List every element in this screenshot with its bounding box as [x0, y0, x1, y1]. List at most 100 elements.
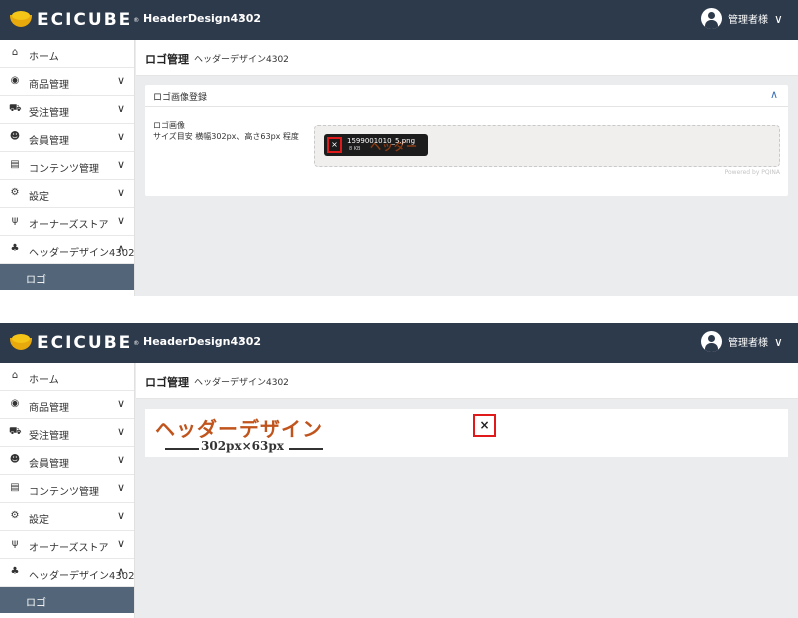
sidebar-item-products[interactable]: ◉ 商品管理 ∨ — [0, 68, 134, 96]
sidebar-item-label: 会員管理 — [29, 459, 69, 470]
chevron-down-icon: ∨ — [774, 334, 783, 349]
chevron-down-icon: ∨ — [116, 397, 125, 410]
sidebar-item-label: 設定 — [29, 515, 49, 526]
plugin-icon: ♣ — [10, 566, 20, 577]
user-name: 管理者様 — [728, 338, 768, 349]
cart-icon: ⛟ — [9, 426, 22, 437]
plug-icon: ψ — [11, 215, 19, 226]
sidebar-item-label: コンテンツ管理 — [29, 164, 99, 175]
sidebar-item-store[interactable]: ψ オーナーズストア ∨ — [0, 531, 134, 559]
sidebar-item-products[interactable]: ◉ 商品管理 ∨ — [0, 391, 134, 419]
brand-logo[interactable]: ECICUBE ® — [10, 9, 139, 31]
page-title: ロゴ管理 — [145, 53, 189, 66]
screen-upload-state: ECICUBE ® HeaderDesign4302 › 管理者様 ∨ ⌂ ホーム … — [0, 0, 798, 296]
sidebar-item-label: 設定 — [29, 192, 49, 203]
sidebar-item-label: ホーム — [29, 52, 59, 63]
sidebar-item-store[interactable]: ψ オーナーズストア ∨ — [0, 208, 134, 236]
field-label: ロゴ画像 サイズ目安 横幅302px、高さ63px 程度 — [153, 121, 299, 141]
brand-text: ECICUBE — [37, 10, 133, 30]
chevron-down-icon: ∨ — [116, 74, 125, 87]
logo-upload-card: ロゴ画像登録 ∧ ロゴ画像 サイズ目安 横幅302px、高さ63px 程度 ヘッ… — [145, 85, 788, 196]
sidebar-subitem-logo[interactable]: ロゴ — [0, 264, 134, 290]
sidebar-item-label: オーナーズストア — [29, 543, 109, 554]
plug-icon: ψ — [11, 538, 19, 549]
user-menu[interactable]: 管理者様 ∨ — [701, 8, 783, 29]
sidebar-item-label: ホーム — [29, 375, 59, 386]
chevron-down-icon: ∨ — [116, 481, 125, 494]
logo-preview-card: ヘッダーデザイン 302px×63px × — [145, 409, 788, 457]
home-icon: ⌂ — [11, 370, 19, 381]
sidebar-subitem-label: ロゴ — [26, 598, 46, 609]
sidebar-item-customers[interactable]: ☻ 会員管理 ∨ — [0, 124, 134, 152]
logo-size-text: 302px×63px — [201, 439, 284, 453]
page-header: ロゴ管理 ヘッダーデザイン4302 — [136, 363, 798, 399]
chevron-down-icon: ∨ — [116, 453, 125, 466]
sidebar-item-content[interactable]: ▤ コンテンツ管理 ∨ — [0, 475, 134, 503]
screen-preview-state: ECICUBE ® HeaderDesign4302 › 管理者様 ∨ ⌂ ホーム … — [0, 323, 798, 618]
sidebar-item-content[interactable]: ▤ コンテンツ管理 ∨ — [0, 152, 134, 180]
brand-logo[interactable]: ECICUBE ® — [10, 332, 139, 354]
user-menu[interactable]: 管理者様 ∨ — [701, 331, 783, 352]
file-size: 8 KB — [349, 146, 361, 152]
sidebar-item-settings[interactable]: ⚙ 設定 ∨ — [0, 180, 134, 208]
sidebar: ⌂ ホーム ◉ 商品管理 ∨ ⛟ 受注管理 ∨ ☻ 会員管理 ∨ ▤ コンテンツ管理 ∨ ⚙ 設定 ∨… — [0, 40, 135, 296]
sidebar-item-label: 商品管理 — [29, 403, 69, 414]
users-icon: ☻ — [9, 454, 21, 465]
chevron-up-icon: ∧ — [116, 242, 125, 255]
chevron-up-icon[interactable]: ∧ — [770, 88, 778, 101]
cube-logo-icon — [10, 334, 32, 352]
chevron-down-icon: ∨ — [116, 537, 125, 550]
users-icon: ☻ — [9, 131, 21, 142]
sidebar-item-home[interactable]: ⌂ ホーム — [0, 363, 134, 391]
chevron-down-icon: ∨ — [116, 425, 125, 438]
uploaded-file-item: ヘッダーデザイン 1599001010_5.png 8 KB × — [324, 134, 428, 156]
gear-icon: ⚙ — [10, 187, 20, 198]
sidebar-item-orders[interactable]: ⛟ 受注管理 ∨ — [0, 419, 134, 447]
cart-icon: ⛟ — [9, 103, 22, 114]
chevron-right-icon[interactable]: › — [238, 9, 244, 25]
sidebar-item-label: 受注管理 — [29, 431, 69, 442]
powered-by-text: Powered by PQINA — [724, 169, 780, 176]
chevron-up-icon: ∧ — [116, 565, 125, 578]
remove-logo-button[interactable]: × — [473, 414, 496, 437]
sidebar-item-label: コンテンツ管理 — [29, 487, 99, 498]
sidebar-item-home[interactable]: ⌂ ホーム — [0, 40, 134, 68]
sidebar: ⌂ ホーム ◉ 商品管理 ∨ ⛟ 受注管理 ∨ ☻ 会員管理 ∨ ▤ コンテンツ管理 ∨ ⚙ 設定 ∨… — [0, 363, 135, 618]
sidebar-item-header-design[interactable]: ♣ ヘッダーデザイン4302 ∧ — [0, 236, 134, 264]
chevron-down-icon: ∨ — [774, 11, 783, 26]
user-avatar-icon — [701, 8, 722, 29]
chevron-down-icon: ∨ — [116, 102, 125, 115]
remove-file-button[interactable]: × — [327, 137, 342, 153]
sidebar-item-orders[interactable]: ⛟ 受注管理 ∨ — [0, 96, 134, 124]
file-name: 1599001010_5.png — [347, 137, 416, 145]
sidebar-item-label: 会員管理 — [29, 136, 69, 147]
brand-text: ECICUBE — [37, 333, 133, 353]
user-avatar-icon — [701, 331, 722, 352]
file-icon: ▤ — [10, 482, 20, 493]
sidebar-subitem-label: ロゴ — [26, 275, 46, 286]
cube-icon: ◉ — [10, 75, 20, 86]
sidebar-item-header-design[interactable]: ♣ ヘッダーデザイン4302 ∧ — [0, 559, 134, 587]
user-name: 管理者様 — [728, 15, 768, 26]
chevron-right-icon[interactable]: › — [238, 332, 244, 348]
sidebar-item-label: オーナーズストア — [29, 220, 109, 231]
plugin-icon: ♣ — [10, 243, 20, 254]
page-title: ロゴ管理 — [145, 376, 189, 389]
top-header: ECICUBE ® HeaderDesign4302 › 管理者様 ∨ — [0, 0, 798, 40]
logo-title-text: ヘッダーデザイン — [155, 417, 323, 441]
sidebar-item-label: 商品管理 — [29, 80, 69, 91]
card-title: ロゴ画像登録 — [153, 93, 208, 103]
sidebar-item-customers[interactable]: ☻ 会員管理 ∨ — [0, 447, 134, 475]
page-subtitle: ヘッダーデザイン4302 — [194, 378, 289, 388]
chevron-down-icon: ∨ — [116, 130, 125, 143]
page-subtitle: ヘッダーデザイン4302 — [194, 55, 289, 65]
top-header: ECICUBE ® HeaderDesign4302 › 管理者様 ∨ — [0, 323, 798, 363]
chevron-down-icon: ∨ — [116, 214, 125, 227]
file-icon: ▤ — [10, 159, 20, 170]
sidebar-item-settings[interactable]: ⚙ 設定 ∨ — [0, 503, 134, 531]
card-header[interactable]: ロゴ画像登録 ∧ — [145, 85, 788, 107]
home-icon: ⌂ — [11, 47, 19, 58]
sidebar-subitem-logo[interactable]: ロゴ — [0, 587, 134, 613]
file-drop-zone[interactable]: ヘッダーデザイン 1599001010_5.png 8 KB × — [314, 125, 780, 167]
cube-logo-icon — [10, 11, 32, 29]
